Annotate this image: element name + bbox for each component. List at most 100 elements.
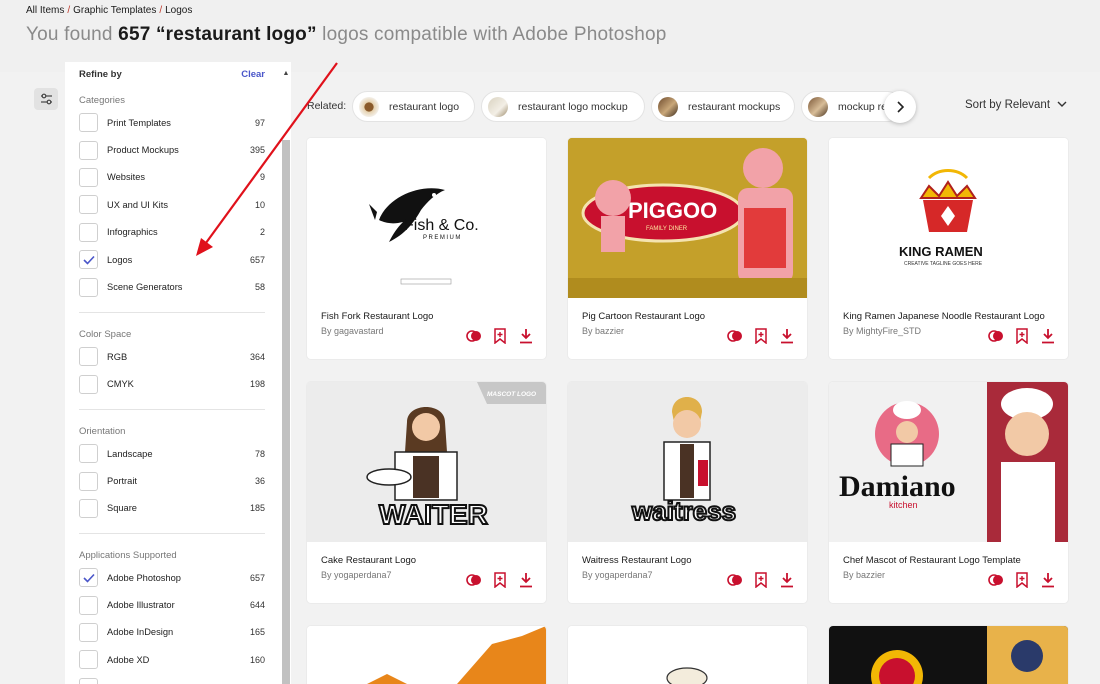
checkbox[interactable] (79, 222, 98, 242)
checkbox[interactable] (79, 471, 98, 491)
download-button[interactable] (779, 572, 795, 588)
card-title[interactable]: Fish Fork Restaurant Logo (321, 311, 433, 322)
filter-toggle-button[interactable] (34, 88, 58, 110)
item-card[interactable] (307, 626, 546, 684)
filter-option-print-templates[interactable]: Print Templates 97 (79, 109, 265, 136)
checkbox[interactable] (79, 595, 98, 615)
filter-option-cmyk[interactable]: CMYK 198 (79, 370, 265, 397)
item-card[interactable]: waitress Waitress Restaurant Logo By yog… (568, 382, 807, 603)
related-next-button[interactable] (884, 91, 916, 123)
card-thumbnail[interactable]: MASCOT LOGO WAITER (307, 382, 546, 542)
item-card[interactable] (568, 626, 807, 684)
filter-option-more[interactable] (79, 674, 265, 684)
checkbox[interactable] (79, 347, 98, 367)
breadcrumb-logos[interactable]: Logos (165, 5, 192, 16)
checkbox[interactable] (79, 498, 98, 518)
filter-option-infographics[interactable]: Infographics 2 (79, 219, 265, 246)
item-card[interactable]: Damiano kitchen Chef Mascot of Restauran… (829, 382, 1068, 603)
card-thumbnail[interactable]: Damiano kitchen (829, 382, 1068, 542)
item-card[interactable] (829, 626, 1068, 684)
card-thumbnail[interactable]: PIGGOO FAMILY DINER (568, 138, 807, 298)
item-card[interactable]: MASCOT LOGO WAITER Cake Restaurant Logo … (307, 382, 546, 603)
breadcrumb-all-items[interactable]: All Items (26, 5, 64, 16)
download-button[interactable] (779, 328, 795, 344)
item-card[interactable]: KING RAMEN CREATIVE TAGLINE GOES HERE Ki… (829, 138, 1068, 359)
filter-option-adobe-indesign[interactable]: Adobe InDesign 165 (79, 619, 265, 646)
preview-button[interactable] (727, 328, 743, 344)
card-author[interactable]: By yogaperdana7 (321, 570, 392, 580)
download-button[interactable] (518, 328, 534, 344)
filter-option-logos[interactable]: Logos 657 (79, 246, 265, 273)
scroll-up-arrow-icon[interactable]: ▲ (282, 70, 290, 77)
checkbox[interactable] (79, 195, 98, 215)
clear-filters-link[interactable]: Clear (241, 69, 265, 80)
related-chip-restaurant-logo[interactable]: restaurant logo (352, 91, 475, 122)
preview-button[interactable] (988, 572, 1004, 588)
download-button[interactable] (1040, 572, 1056, 588)
checkbox[interactable] (79, 622, 98, 642)
add-to-collection-button[interactable] (1014, 572, 1030, 588)
bookmark-plus-icon (1016, 328, 1028, 344)
preview-button[interactable] (988, 328, 1004, 344)
filter-option-portrait[interactable]: Portrait 36 (79, 467, 265, 494)
card-actions (727, 572, 795, 588)
preview-button[interactable] (466, 328, 482, 344)
card-title[interactable]: Cake Restaurant Logo (321, 555, 416, 566)
add-to-collection-button[interactable] (753, 572, 769, 588)
download-button[interactable] (518, 572, 534, 588)
card-title[interactable]: King Ramen Japanese Noodle Restaurant Lo… (843, 311, 1045, 322)
checkbox-checked[interactable] (79, 568, 98, 588)
card-thumbnail[interactable]: Fish & Co. PREMIUM (307, 138, 546, 298)
filter-option-landscape[interactable]: Landscape 78 (79, 440, 265, 467)
filter-option-adobe-illustrator[interactable]: Adobe Illustrator 644 (79, 591, 265, 618)
add-to-collection-button[interactable] (1014, 328, 1030, 344)
card-thumbnail[interactable]: waitress (568, 382, 807, 542)
filter-option-scene-generators[interactable]: Scene Generators 58 (79, 273, 265, 300)
checkbox[interactable] (79, 113, 98, 133)
option-label: Print Templates (107, 117, 171, 128)
card-author[interactable]: By yogaperdana7 (582, 570, 653, 580)
add-to-collection-button[interactable] (492, 328, 508, 344)
checkbox[interactable] (79, 677, 98, 684)
card-actions (988, 328, 1056, 344)
card-title[interactable]: Pig Cartoon Restaurant Logo (582, 311, 705, 322)
filter-option-adobe-photoshop[interactable]: Adobe Photoshop 657 (79, 564, 265, 591)
checkbox[interactable] (79, 444, 98, 464)
title-prefix: You found (26, 24, 119, 45)
card-thumbnail[interactable]: KING RAMEN CREATIVE TAGLINE GOES HERE (829, 138, 1068, 298)
filter-option-product-mockups[interactable]: Product Mockups 395 (79, 136, 265, 163)
checkbox[interactable] (79, 277, 98, 297)
sidebar-scrollbar-thumb[interactable] (282, 140, 290, 684)
filter-option-websites[interactable]: Websites 9 (79, 164, 265, 191)
download-button[interactable] (1040, 328, 1056, 344)
checkbox-checked[interactable] (79, 250, 98, 270)
item-card[interactable]: PIGGOO FAMILY DINER Pig Cartoon Restaura… (568, 138, 807, 359)
card-author[interactable]: By gagavastard (321, 326, 384, 336)
sort-dropdown[interactable]: Sort by Relevant (965, 99, 1067, 111)
checkbox[interactable] (79, 167, 98, 187)
checkbox[interactable] (79, 650, 98, 670)
preview-button[interactable] (466, 572, 482, 588)
related-chip-restaurant-logo-mockup[interactable]: restaurant logo mockup (481, 91, 645, 122)
overlap-circles-icon (988, 330, 1003, 342)
preview-button[interactable] (727, 572, 743, 588)
card-thumbnail[interactable] (829, 626, 1068, 684)
related-chip-restaurant-mockups[interactable]: restaurant mockups (651, 91, 795, 122)
card-thumbnail[interactable] (307, 626, 546, 684)
card-thumbnail[interactable] (568, 626, 807, 684)
item-card[interactable]: Fish & Co. PREMIUM Fish Fork Restaurant … (307, 138, 546, 359)
add-to-collection-button[interactable] (753, 328, 769, 344)
card-author[interactable]: By bazzier (843, 570, 885, 580)
breadcrumb-graphic-templates[interactable]: Graphic Templates (73, 5, 156, 16)
card-title[interactable]: Chef Mascot of Restaurant Logo Template (843, 555, 1021, 566)
filter-option-rgb[interactable]: RGB 364 (79, 343, 265, 370)
filter-option-ux-ui-kits[interactable]: UX and UI Kits 10 (79, 191, 265, 218)
filter-option-adobe-xd[interactable]: Adobe XD 160 (79, 646, 265, 673)
add-to-collection-button[interactable] (492, 572, 508, 588)
card-author[interactable]: By bazzier (582, 326, 624, 336)
card-author[interactable]: By MightyFire_STD (843, 326, 921, 336)
filter-option-square[interactable]: Square 185 (79, 495, 265, 522)
checkbox[interactable] (79, 140, 98, 160)
checkbox[interactable] (79, 374, 98, 394)
card-title[interactable]: Waitress Restaurant Logo (582, 555, 691, 566)
